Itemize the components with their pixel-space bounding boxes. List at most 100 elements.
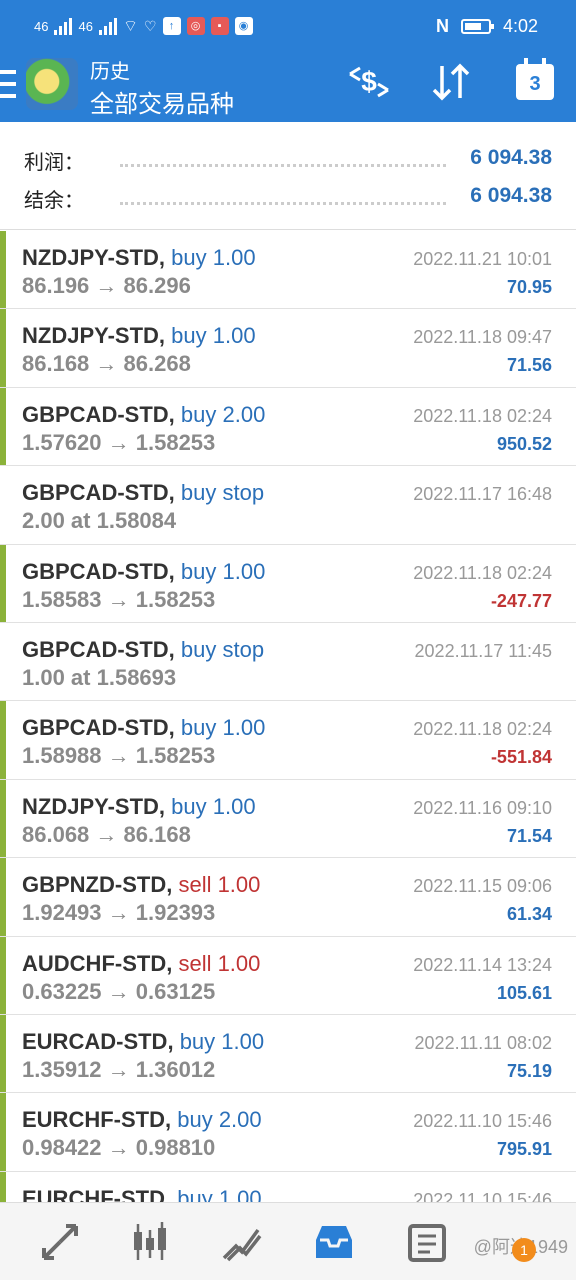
trade-action: buy 2.00 xyxy=(177,1107,262,1133)
trade-row[interactable]: NZDJPY-STD, buy 1.00 86.168 → 86.268 2022.… xyxy=(0,309,576,388)
menu-icon[interactable] xyxy=(0,70,16,98)
sort-icon[interactable] xyxy=(426,60,476,104)
trade-symbol: NZDJPY-STD, buy 1.00 xyxy=(22,323,256,349)
balance-row: 结余： 6 094.38 xyxy=(0,184,576,214)
symbol-label: NZDJPY-STD, xyxy=(22,245,166,270)
trade-time: 2022.11.14 13:24 xyxy=(413,954,552,975)
app-icon: ◎ xyxy=(186,17,205,35)
trade-row[interactable]: GBPCAD-STD, buy stop 1.00 at 1.58693 2022.… xyxy=(0,622,576,702)
chart-icon[interactable] xyxy=(124,1217,176,1267)
trade-prices: 1.57620 → 1.58253 xyxy=(22,429,216,455)
trade-action: buy 1.00 xyxy=(179,1028,265,1054)
trade-row[interactable]: EURCAD-STD, buy 1.00 1.35912 → 1.36012 202… xyxy=(0,1014,576,1094)
trade-symbol: GBPNZD-STD, sell 1.00 xyxy=(22,872,260,898)
signal-label-2: 46 xyxy=(78,18,93,34)
trade-symbol: NZDJPY-STD, buy 1.00 xyxy=(22,245,256,271)
trade-symbol: GBPCAD-STD, buy 2.00 xyxy=(22,402,265,428)
dotted-leader xyxy=(120,202,446,205)
trade-time: 2022.11.17 16:48 xyxy=(413,484,552,505)
trade-row[interactable]: GBPCAD-STD, buy stop 2.00 at 1.58084 2022.… xyxy=(0,466,576,545)
deposit-icon[interactable]: $ xyxy=(344,60,394,104)
trade-row[interactable]: NZDJPY-STD, buy 1.00 86.068 → 86.168 2022.… xyxy=(0,779,576,859)
trade-profit: 950.52 xyxy=(496,433,552,454)
trade-profit: 795.91 xyxy=(496,1139,552,1160)
trade-time: 2022.11.16 09:10 xyxy=(413,797,552,818)
trade-prices: 1.00 at 1.58693 xyxy=(22,664,177,690)
trade-action: buy stop xyxy=(180,480,265,506)
trade-time: 2022.11.18 02:24 xyxy=(413,405,552,426)
trade-time: 2022.11.17 11:45 xyxy=(414,640,552,661)
history-icon[interactable] xyxy=(308,1217,360,1267)
upload-icon: ↑ xyxy=(162,17,181,35)
trade-action: buy 1.00 xyxy=(171,323,256,349)
news-icon[interactable] xyxy=(402,1217,454,1267)
trade-prices: 1.35912 → 1.36012 xyxy=(22,1056,216,1082)
trade-action: buy 2.00 xyxy=(180,401,266,427)
trade-profit: -247.77 xyxy=(490,590,552,611)
trade-row[interactable]: GBPNZD-STD, sell 1.00 1.92493 → 1.92393 20… xyxy=(0,858,576,937)
trade-action: sell 1.00 xyxy=(178,950,261,976)
trade-profit: 75.19 xyxy=(506,1060,552,1081)
trade-prices: 2.00 at 1.58084 xyxy=(22,508,177,534)
symbol-label: GBPCAD-STD, xyxy=(22,715,175,741)
symbol-label: GBPNZD-STD, xyxy=(22,872,173,898)
trade-prices: 0.98422 → 0.98810 xyxy=(22,1135,216,1161)
status-left: 46 46 ⌔ ♡ ↑ ◎ ▪ ◉ xyxy=(34,16,253,36)
trade-action: buy 1.00 xyxy=(171,245,256,270)
symbol-label: GBPCAD-STD, xyxy=(22,636,175,662)
trade-time: 2022.11.21 10:01 xyxy=(413,249,552,269)
signal-icon-2 xyxy=(98,17,117,35)
trade-list: NZDJPY-STD, buy 1.00 86.196 → 86.296 2022.… xyxy=(0,231,576,1251)
trade-row[interactable]: GBPCAD-STD, buy 1.00 1.58583 → 1.58253 202… xyxy=(0,544,576,623)
trade-row[interactable]: AUDCHF-STD, sell 1.00 0.63225 → 0.63125 20… xyxy=(0,936,576,1015)
sort-arrows-icon xyxy=(432,63,470,101)
trade-time: 2022.11.15 09:06 xyxy=(413,876,552,897)
balance-label: 结余： xyxy=(24,190,84,212)
trade-action: buy 1.00 xyxy=(180,558,266,584)
trade-action: buy stop xyxy=(180,636,265,662)
symbol-label: NZDJPY-STD, xyxy=(22,793,166,819)
trade-symbol: NZDJPY-STD, buy 1.00 xyxy=(22,794,256,820)
browser-icon: ◉ xyxy=(234,17,253,35)
profit-label: 利润： xyxy=(24,152,84,174)
trade-row[interactable]: EURCHF-STD, buy 2.00 0.98422 → 0.98810 202… xyxy=(0,1093,576,1172)
symbol-label: AUDCHF-STD, xyxy=(22,950,173,976)
trade-prices: 1.92493 → 1.92393 xyxy=(22,900,216,926)
signal-label-1: 46 xyxy=(34,18,49,34)
battery-icon xyxy=(460,19,494,34)
trade-symbol: EURCAD-STD, buy 1.00 xyxy=(22,1029,264,1055)
balance-value: 6 094.38 xyxy=(470,184,552,207)
trade-profit: 61.34 xyxy=(506,904,552,925)
symbol-label: GBPCAD-STD, xyxy=(22,480,175,506)
trade-prices: 1.58988 → 1.58253 xyxy=(22,743,216,769)
symbol-label: GBPCAD-STD, xyxy=(22,558,175,584)
trade-symbol: GBPCAD-STD, buy stop xyxy=(22,480,264,506)
calendar-icon[interactable]: 3 xyxy=(510,58,560,104)
message-icon: ▪ xyxy=(210,17,229,35)
symbol-label: EURCAD-STD, xyxy=(22,1028,174,1054)
trade-prices: 86.196 → 86.296 xyxy=(22,273,191,298)
trade-action: buy 1.00 xyxy=(180,715,266,741)
trade-row[interactable]: GBPCAD-STD, buy 1.00 1.58988 → 1.58253 202… xyxy=(0,701,576,780)
quotes-icon[interactable] xyxy=(34,1217,86,1267)
status-time: 4:02 xyxy=(502,16,538,36)
trade-profit: 105.61 xyxy=(496,982,552,1003)
symbol-filter[interactable]: 全部交易品种 xyxy=(90,84,234,119)
trade-prices: 1.58583 → 1.58253 xyxy=(22,586,216,612)
trade-symbol: GBPCAD-STD, buy stop xyxy=(22,637,264,663)
trade-time: 2022.11.11 08:02 xyxy=(414,1032,552,1053)
trade-row[interactable]: NZDJPY-STD, buy 1.00 86.196 → 86.296 2022.… xyxy=(0,231,576,310)
status-bar: 46 46 ⌔ ♡ ↑ ◎ ▪ ◉ N 4:02 xyxy=(0,0,576,56)
trade-symbol: EURCHF-STD, buy 2.00 xyxy=(22,1107,262,1133)
trade-row[interactable]: GBPCAD-STD, buy 2.00 1.57620 → 1.58253 202… xyxy=(0,387,576,467)
top-bar: 46 46 ⌔ ♡ ↑ ◎ ▪ ◉ N 4:02 历史 全部交易品种 $ 3 xyxy=(0,0,576,122)
trade-symbol: AUDCHF-STD, sell 1.00 xyxy=(22,951,260,977)
bottom-nav: @阿达1949 xyxy=(0,1202,576,1280)
trade-icon[interactable] xyxy=(216,1217,268,1267)
calendar-day: 3 xyxy=(516,58,554,100)
profit-value: 6 094.38 xyxy=(470,146,552,169)
trade-symbol: GBPCAD-STD, buy 1.00 xyxy=(22,715,265,741)
trade-time: 2022.11.10 15:46 xyxy=(413,1111,552,1132)
app-logo xyxy=(26,58,78,110)
profit-row: 利润： 6 094.38 xyxy=(0,146,576,176)
